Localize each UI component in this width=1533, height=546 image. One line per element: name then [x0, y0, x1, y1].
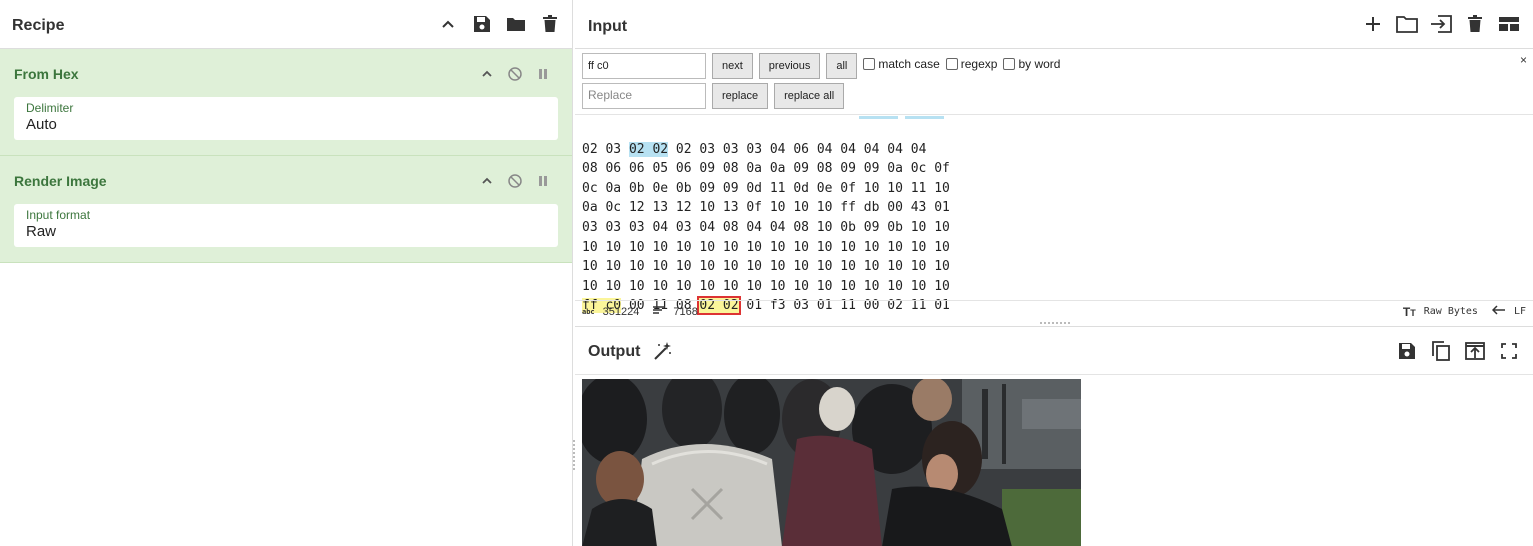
hex-line: 0a 0c 12 13 12 10 13 0f 10 10 10 ff db 0…	[582, 200, 950, 216]
arg-value[interactable]: Auto	[26, 116, 546, 133]
replace-input[interactable]	[582, 83, 706, 109]
match-marker	[905, 116, 944, 119]
text-size-icon: TT	[1402, 304, 1416, 319]
collapse-chevron-icon[interactable]	[480, 67, 494, 81]
arg-value[interactable]: Raw	[26, 223, 546, 240]
hex-line: 10 10 10 10 10 10 10 10 10 10 10 10 10 1…	[582, 259, 950, 275]
pause-icon[interactable]	[536, 174, 550, 188]
replace-input-icon[interactable]	[1464, 340, 1486, 362]
operation-from-hex[interactable]: From Hex Delimiter Auto	[0, 49, 572, 156]
previous-button[interactable]: previous	[758, 53, 821, 79]
hex-line: 0c 0a 0b 0e 0b 09 09 0d 11 0d 0e 0f 10 1…	[582, 180, 950, 196]
hex-line: 03 03 03 04 03 04 08 04 04 08 10 0b 09 0…	[582, 219, 950, 235]
eol-label: LF	[1513, 306, 1526, 317]
input-length: 351224	[602, 305, 640, 318]
collapse-chevron-icon[interactable]	[480, 174, 494, 188]
match-case-label: match case	[878, 57, 940, 71]
all-button[interactable]: all	[826, 53, 858, 79]
recipe-header: Recipe	[0, 0, 572, 49]
input-title: Input	[588, 18, 628, 35]
chevron-up-icon[interactable]	[438, 14, 458, 34]
checkbox-box[interactable]	[945, 58, 958, 70]
rendered-image	[582, 379, 1081, 546]
replace-button[interactable]: replace	[712, 83, 769, 109]
replace-all-button[interactable]: replace all	[774, 83, 845, 109]
return-arrow-icon	[1491, 305, 1506, 318]
hex-line: 08 06 06 05 06 09 08 0a 0a 09 08 09 09 0…	[582, 161, 950, 177]
hex-line: 02 03 02 02 02 03 03 03 04 06 04 04 04 0…	[582, 141, 927, 157]
match-marker	[859, 116, 898, 119]
checkbox-box[interactable]	[863, 58, 876, 70]
recipe-panel: Recipe From Hex Delimiter Auto Render Im…	[0, 0, 573, 546]
arg-label: Delimiter	[26, 101, 74, 115]
plus-icon[interactable]	[1362, 13, 1384, 35]
horizontal-resize-handle[interactable]	[1040, 322, 1070, 325]
find-input[interactable]	[582, 53, 706, 79]
input-panel: Input ff c0 next previous all match case…	[575, 0, 1533, 322]
maximise-icon[interactable]	[1498, 340, 1520, 362]
layout-icon[interactable]	[1498, 13, 1520, 35]
open-folder-icon[interactable]	[1396, 13, 1418, 35]
input-status-bar: abc 351224 7168 TT Raw Bytes LF	[575, 300, 1533, 322]
disable-icon[interactable]	[508, 67, 522, 81]
disable-icon[interactable]	[508, 174, 522, 188]
input-header: Input	[575, 0, 1533, 49]
checkbox-box[interactable]	[1003, 58, 1016, 70]
eol-sequence[interactable]: LF	[1491, 305, 1526, 318]
hex-editor[interactable]: 02 03 02 02 02 03 03 03 04 06 04 04 04 0…	[582, 120, 950, 316]
encoding-label: Raw Bytes	[1423, 306, 1478, 317]
trash-icon[interactable]	[1464, 13, 1486, 35]
next-button[interactable]: next	[712, 53, 753, 79]
recipe-title: Recipe	[12, 17, 65, 34]
output-header: Output	[575, 327, 1533, 375]
input-lines: 7168	[673, 305, 698, 318]
cyberchef-app: Recipe From Hex Delimiter Auto Render Im…	[0, 0, 1533, 546]
copy-icon[interactable]	[1430, 340, 1452, 362]
folder-icon[interactable]	[506, 14, 526, 34]
lines-icon	[653, 305, 666, 318]
hex-line: 10 10 10 10 10 10 10 10 10 10 10 10 10 1…	[582, 239, 950, 255]
output-panel: Output	[575, 326, 1533, 546]
by-word-label: by word	[1018, 57, 1061, 71]
length-icon: abc	[582, 307, 595, 316]
open-file-icon[interactable]	[1430, 13, 1452, 35]
save-icon[interactable]	[472, 14, 492, 34]
close-search-icon[interactable]: ×	[1520, 53, 1527, 67]
regexp-label: regexp	[960, 57, 998, 71]
regexp-checkbox[interactable]: regexp	[945, 57, 998, 71]
match-highlight: 02 02	[628, 141, 669, 157]
by-word-checkbox[interactable]: by word	[1003, 57, 1060, 71]
operation-name: From Hex	[14, 66, 79, 82]
operation-render-image[interactable]: Render Image Input format Raw	[0, 156, 572, 263]
save-icon[interactable]	[1396, 340, 1418, 362]
pause-icon[interactable]	[536, 67, 550, 81]
arg-label: Input format	[26, 208, 91, 222]
trash-icon[interactable]	[540, 14, 560, 34]
output-title: Output	[588, 342, 641, 360]
input-format-field[interactable]: Input format Raw	[14, 204, 558, 247]
operation-name: Render Image	[14, 173, 107, 189]
search-replace-bar: next previous all match case regexp by w…	[575, 49, 1533, 115]
magic-wand-icon[interactable]	[652, 340, 674, 362]
delimiter-field[interactable]: Delimiter Auto	[14, 97, 558, 140]
chr-encoding[interactable]: TT Raw Bytes	[1403, 305, 1478, 319]
match-case-checkbox[interactable]: match case	[863, 57, 940, 71]
hex-line: 10 10 10 10 10 10 10 10 10 10 10 10 10 1…	[582, 278, 950, 294]
